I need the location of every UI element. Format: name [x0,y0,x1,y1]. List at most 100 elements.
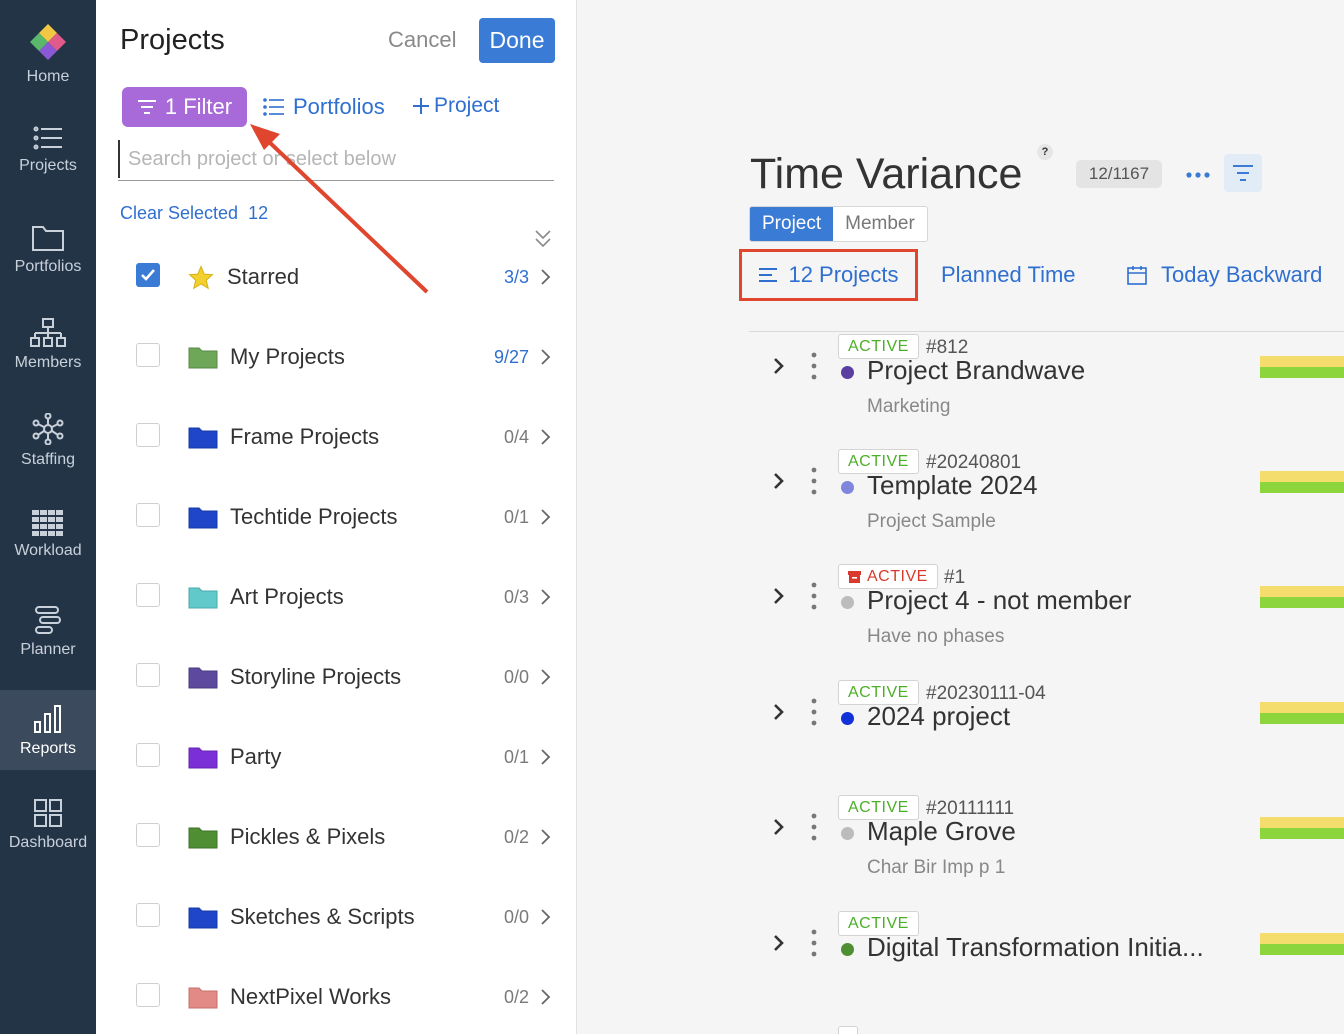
row-checkbox[interactable] [136,903,160,927]
kebab-menu-icon[interactable] [811,467,817,495]
picker-row-storyline-projects[interactable]: Storyline Projects 0/0 [96,637,577,717]
chevron-right-icon[interactable] [772,702,786,722]
chevron-right-icon[interactable] [539,908,551,926]
kebab-menu-icon[interactable] [811,698,817,726]
folder-icon [188,907,218,929]
portfolios-link[interactable]: Portfolios [263,94,385,120]
project-color-dot [841,827,854,840]
row-count: 0/1 [503,507,529,527]
project-row[interactable]: ACTIVE #812 Project Brandwave Marketing [750,334,1344,449]
nav-item-planner[interactable]: Planner [0,605,96,685]
chevron-right-icon[interactable] [772,933,786,953]
row-checkbox[interactable] [136,503,160,527]
projects-filter-label: 12 Projects [788,262,899,287]
date-range-selector[interactable]: Today Backward [1127,262,1322,288]
planned-time-selector[interactable]: Planned Time [941,262,1076,288]
picker-title: Projects [120,24,225,56]
tab-member[interactable]: Member [833,207,927,241]
home-logo-icon [30,24,66,60]
row-checkbox[interactable] [136,583,160,607]
projects-filter-button[interactable]: 12 Projects [739,249,918,301]
picker-row-party[interactable]: Party 0/1 [96,717,577,797]
report-filter-button[interactable] [1224,154,1262,192]
chevron-right-icon[interactable] [539,828,551,846]
row-count: 0/3 [503,587,529,607]
picker-row-my-projects[interactable]: My Projects 9/27 [96,317,577,397]
kebab-menu-icon[interactable] [811,582,817,610]
chevron-right-icon[interactable] [539,588,551,606]
row-label: My Projects [230,344,345,369]
row-checkbox[interactable] [136,343,160,367]
row-checkbox[interactable] [136,663,160,687]
star-icon [188,265,214,290]
status-label: ACTIVE [848,798,909,816]
done-button[interactable]: Done [479,18,555,63]
folder-icon [188,827,218,849]
list-icon [33,126,62,150]
picker-row-art-projects[interactable]: Art Projects 0/3 [96,557,577,637]
nav-item-members[interactable]: Members [0,318,96,398]
portfolios-label: Portfolios [293,94,385,119]
more-options-icon[interactable] [1185,171,1211,179]
filter-lines-icon [1233,165,1253,181]
nav-item-portfolios[interactable]: Portfolios [0,222,96,302]
kebab-menu-icon[interactable] [811,813,817,841]
project-row[interactable]: ACTIVE #20230111-04 2024 project [750,680,1344,795]
chevron-right-icon[interactable] [772,586,786,606]
project-name[interactable]: Maple Grove [867,816,1016,847]
nav-item-projects[interactable]: Projects [0,125,96,205]
picker-row-techtide-projects[interactable]: Techtide Projects 0/1 [96,477,577,557]
chevron-right-icon[interactable] [772,471,786,491]
kebab-menu-icon[interactable] [811,929,817,957]
add-project-link[interactable]: Project [412,94,499,118]
nav-label-projects: Projects [19,157,77,174]
clear-selected-link[interactable]: Clear Selected 12 [120,203,268,224]
row-count: 9/27 [493,347,529,367]
tab-project[interactable]: Project [750,207,834,241]
project-row[interactable]: ACTIVE #20111111 Maple Grove Char Bir Im… [750,795,1344,910]
row-checkbox[interactable] [136,983,160,1007]
chevron-right-icon[interactable] [772,817,786,837]
chevron-right-icon[interactable] [539,748,551,766]
row-checkbox[interactable] [136,423,160,447]
chevron-right-icon[interactable] [539,428,551,446]
picker-row-frame-projects[interactable]: Frame Projects 0/4 [96,397,577,477]
project-name[interactable]: Digital Transformation Initia... [867,932,1204,963]
picker-row-pickles-pixels[interactable]: Pickles & Pixels 0/2 [96,797,577,877]
help-icon[interactable]: ? [1037,144,1053,160]
project-search-input[interactable] [118,140,554,178]
picker-row-starred[interactable]: Starred 3/3 [96,237,577,317]
nav-item-staffing[interactable]: Staffing [0,413,96,493]
nav-item-workload[interactable]: Workload [0,510,96,590]
chevron-right-icon[interactable] [539,348,551,366]
row-count: 0/2 [503,827,529,847]
project-name[interactable]: Project Brandwave [867,355,1085,386]
project-row[interactable]: ACTIVE #1 Project 4 - not member Have no… [750,564,1344,679]
chevron-right-icon[interactable] [539,268,551,286]
chevron-right-icon[interactable] [539,508,551,526]
chevron-right-icon[interactable] [539,988,551,1006]
row-count: 0/2 [503,987,529,1007]
nav-item-dashboard[interactable]: Dashboard [0,798,96,878]
kebab-menu-icon[interactable] [811,352,817,380]
header-divider [749,331,1344,332]
picker-row-nextpixel-works[interactable]: NextPixel Works 0/2 [96,957,577,1034]
row-checkbox[interactable] [136,743,160,767]
nav-item-home[interactable]: Home [0,22,96,102]
chevron-right-icon[interactable] [772,356,786,376]
nav-item-reports[interactable]: Reports [0,690,96,770]
project-name[interactable]: Project 4 - not member [867,585,1131,616]
project-row[interactable]: ACTIVE Digital Transformation Initia... [750,911,1344,1026]
status-badge [838,1026,858,1034]
project-name[interactable]: 2024 project [867,701,1010,732]
project-row[interactable]: ACTIVE #20240801 Template 2024 Project S… [750,449,1344,564]
project-subtitle: Project Sample [867,511,996,532]
chevron-right-icon[interactable] [539,668,551,686]
row-checkbox[interactable] [136,263,160,287]
cancel-button[interactable]: Cancel [388,27,456,53]
picker-row-sketches-scripts[interactable]: Sketches & Scripts 0/0 [96,877,577,957]
row-checkbox[interactable] [136,823,160,847]
filter-button[interactable]: 1 Filter [122,87,247,127]
calendar-icon [1127,266,1147,285]
project-name[interactable]: Template 2024 [867,470,1038,501]
